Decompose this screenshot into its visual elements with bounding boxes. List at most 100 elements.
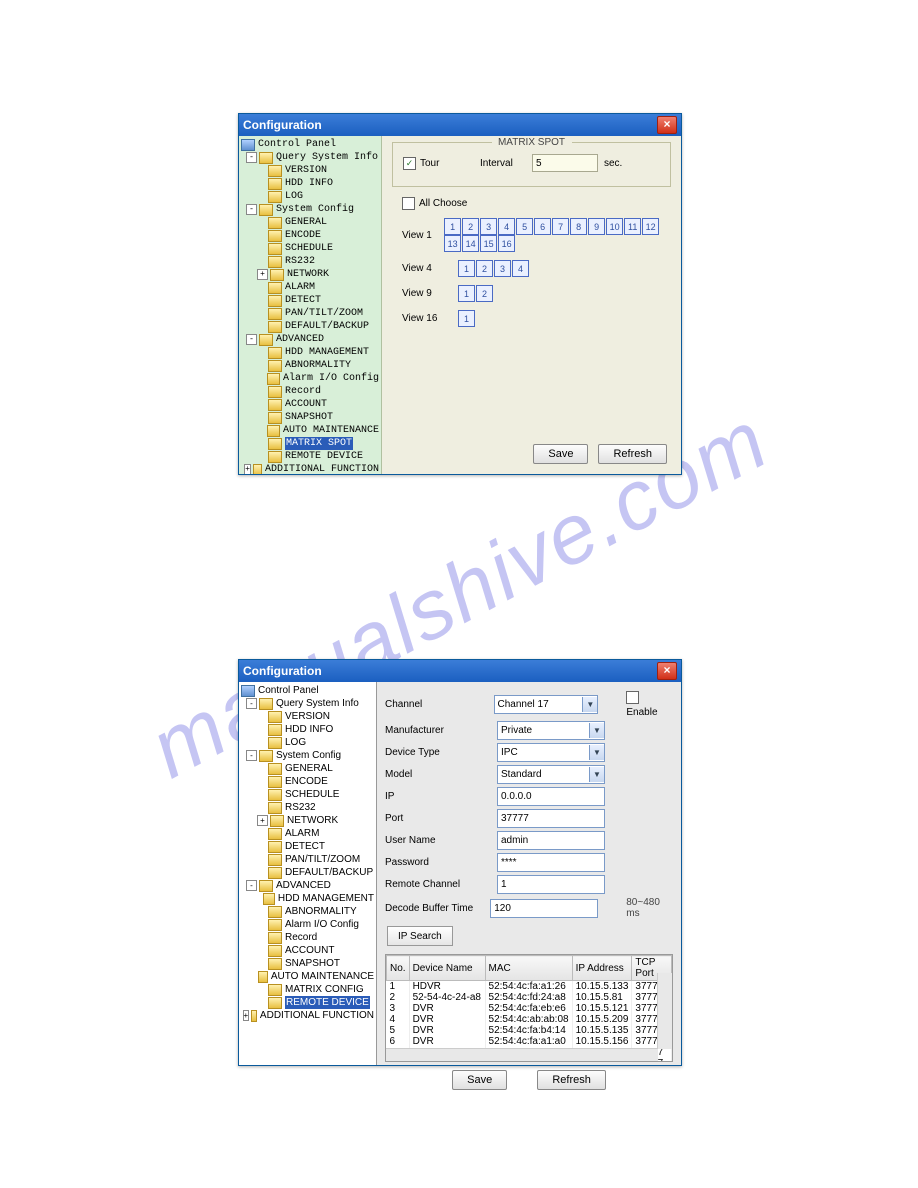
tree-item[interactable]: AUTO MAINTENANCE <box>271 970 374 983</box>
scrollbar-vertical[interactable] <box>657 973 672 1049</box>
channel-select[interactable]: Channel 17▼ <box>494 695 599 714</box>
tree-item[interactable]: ACCOUNT <box>285 398 327 411</box>
table-row[interactable]: 252-54-4c-24-a852:54:4c:fd:24:a810.15.5.… <box>387 992 672 1003</box>
nav-tree[interactable]: Control Panel-Query System InfoVERSIONHD… <box>239 682 377 1065</box>
tree-item[interactable]: Record <box>285 931 317 944</box>
manufacturer-select[interactable]: Private▼ <box>497 721 605 740</box>
ipsearch-button[interactable]: IP Search <box>387 926 453 946</box>
tree-item[interactable]: HDD INFO <box>285 723 333 736</box>
tree-item[interactable]: DEFAULT/BACKUP <box>285 866 373 879</box>
device-table[interactable]: No.Device NameMACIP AddressTCP Port1HDVR… <box>385 954 673 1062</box>
expand-icon[interactable]: - <box>246 750 257 761</box>
tree-item[interactable]: HDD INFO <box>285 177 333 190</box>
tree-item[interactable]: Alarm I/O Config <box>283 372 379 385</box>
tree-item[interactable]: ACCOUNT <box>285 944 334 957</box>
view-slot-2[interactable]: 2 <box>476 260 493 277</box>
tree-item[interactable]: RS232 <box>285 255 315 268</box>
remote-channel-input[interactable] <box>497 875 605 894</box>
view-slot-9[interactable]: 9 <box>588 218 605 235</box>
view-slot-3[interactable]: 3 <box>494 260 511 277</box>
expand-icon[interactable]: - <box>246 880 257 891</box>
view-slot-1[interactable]: 1 <box>458 310 475 327</box>
view-slot-14[interactable]: 14 <box>462 235 479 252</box>
tree-item[interactable]: RS232 <box>285 801 316 814</box>
tree-item[interactable]: VERSION <box>285 164 327 177</box>
tree-item[interactable]: DETECT <box>285 294 321 307</box>
expand-icon[interactable]: + <box>244 464 251 474</box>
ip-input[interactable] <box>497 787 605 806</box>
refresh-button[interactable]: Refresh <box>598 444 667 464</box>
tree-item[interactable]: MATRIX SPOT <box>285 437 353 450</box>
tree-item[interactable]: HDD MANAGEMENT <box>285 346 369 359</box>
view-slot-15[interactable]: 15 <box>480 235 497 252</box>
tree-item[interactable]: Alarm I/O Config <box>285 918 359 931</box>
save-button[interactable]: Save <box>533 444 588 464</box>
view-slot-16[interactable]: 16 <box>498 235 515 252</box>
tree-item[interactable]: ENCODE <box>285 229 321 242</box>
device-type-select[interactable]: IPC▼ <box>497 743 605 762</box>
tree-item[interactable]: ENCODE <box>285 775 328 788</box>
interval-input[interactable] <box>532 154 598 172</box>
tree-item[interactable]: ABNORMALITY <box>285 359 351 372</box>
tree-group[interactable]: System Config <box>276 203 354 216</box>
tree-item[interactable]: GENERAL <box>285 216 327 229</box>
tree-group[interactable]: Query System Info <box>276 151 378 164</box>
tree-item[interactable]: REMOTE DEVICE <box>285 450 363 463</box>
view-slot-8[interactable]: 8 <box>570 218 587 235</box>
port-input[interactable] <box>497 809 605 828</box>
tree-item[interactable]: HDD MANAGEMENT <box>278 892 374 905</box>
tree-item[interactable]: GENERAL <box>285 762 333 775</box>
view-slot-6[interactable]: 6 <box>534 218 551 235</box>
view-slot-2[interactable]: 2 <box>462 218 479 235</box>
expand-icon[interactable]: + <box>257 269 268 280</box>
save-button[interactable]: Save <box>452 1070 507 1090</box>
view-slot-12[interactable]: 12 <box>642 218 659 235</box>
tree-item[interactable]: ALARM <box>285 827 319 840</box>
user-name-input[interactable] <box>497 831 605 850</box>
view-slot-5[interactable]: 5 <box>516 218 533 235</box>
tree-item[interactable]: NETWORK <box>287 814 338 827</box>
view-slot-3[interactable]: 3 <box>480 218 497 235</box>
tree-item[interactable]: SCHEDULE <box>285 788 339 801</box>
expand-icon[interactable]: - <box>246 698 257 709</box>
close-icon[interactable]: × <box>657 116 677 134</box>
column-header[interactable]: No. <box>387 956 410 981</box>
tree-group[interactable]: ADDITIONAL FUNCTION <box>260 1009 374 1022</box>
model-select[interactable]: Standard▼ <box>497 765 605 784</box>
table-row[interactable]: 3DVR52:54:4c:fa:eb:e610.15.5.12137777 <box>387 1003 672 1014</box>
view-slot-10[interactable]: 10 <box>606 218 623 235</box>
view-slot-1[interactable]: 1 <box>458 285 475 302</box>
tree-item[interactable]: Record <box>285 385 321 398</box>
table-row[interactable]: 1HDVR52:54:4c:fa:a1:2610.15.5.13337777 <box>387 981 672 993</box>
tree-item[interactable]: LOG <box>285 190 303 203</box>
close-icon[interactable]: × <box>657 662 677 680</box>
table-row[interactable]: 4DVR52:54:4c:ab:ab:0810.15.5.20937777 <box>387 1014 672 1025</box>
column-header[interactable]: IP Address <box>572 956 632 981</box>
tree-group[interactable]: ADDITIONAL FUNCTION <box>265 463 379 474</box>
tree-item[interactable]: AUTO MAINTENANCE <box>283 424 379 437</box>
scrollbar-horizontal[interactable] <box>386 1048 658 1061</box>
expand-icon[interactable]: + <box>243 1010 250 1021</box>
expand-icon[interactable]: + <box>257 815 268 826</box>
view-slot-2[interactable]: 2 <box>476 285 493 302</box>
tree-item[interactable]: SCHEDULE <box>285 242 333 255</box>
tree-item[interactable]: DEFAULT/BACKUP <box>285 320 369 333</box>
tree-item[interactable]: VERSION <box>285 710 330 723</box>
tree-item[interactable]: REMOTE DEVICE <box>285 996 370 1009</box>
tree-item[interactable]: SNAPSHOT <box>285 957 340 970</box>
tree-item[interactable]: SNAPSHOT <box>285 411 333 424</box>
allchoose-checkbox[interactable] <box>402 197 415 210</box>
tree-group[interactable]: ADVANCED <box>276 333 324 346</box>
column-header[interactable]: MAC <box>485 956 572 981</box>
password-input[interactable] <box>497 853 605 872</box>
view-slot-1[interactable]: 1 <box>458 260 475 277</box>
view-slot-13[interactable]: 13 <box>444 235 461 252</box>
view-slot-7[interactable]: 7 <box>552 218 569 235</box>
view-slot-4[interactable]: 4 <box>498 218 515 235</box>
nav-tree[interactable]: Control Panel-Query System InfoVERSIONHD… <box>239 136 382 474</box>
expand-icon[interactable]: - <box>246 334 257 345</box>
tour-checkbox[interactable]: ✓ <box>403 157 416 170</box>
expand-icon[interactable]: - <box>246 152 257 163</box>
decode-buffer-time-input[interactable] <box>490 899 598 918</box>
tree-item[interactable]: ALARM <box>285 281 315 294</box>
